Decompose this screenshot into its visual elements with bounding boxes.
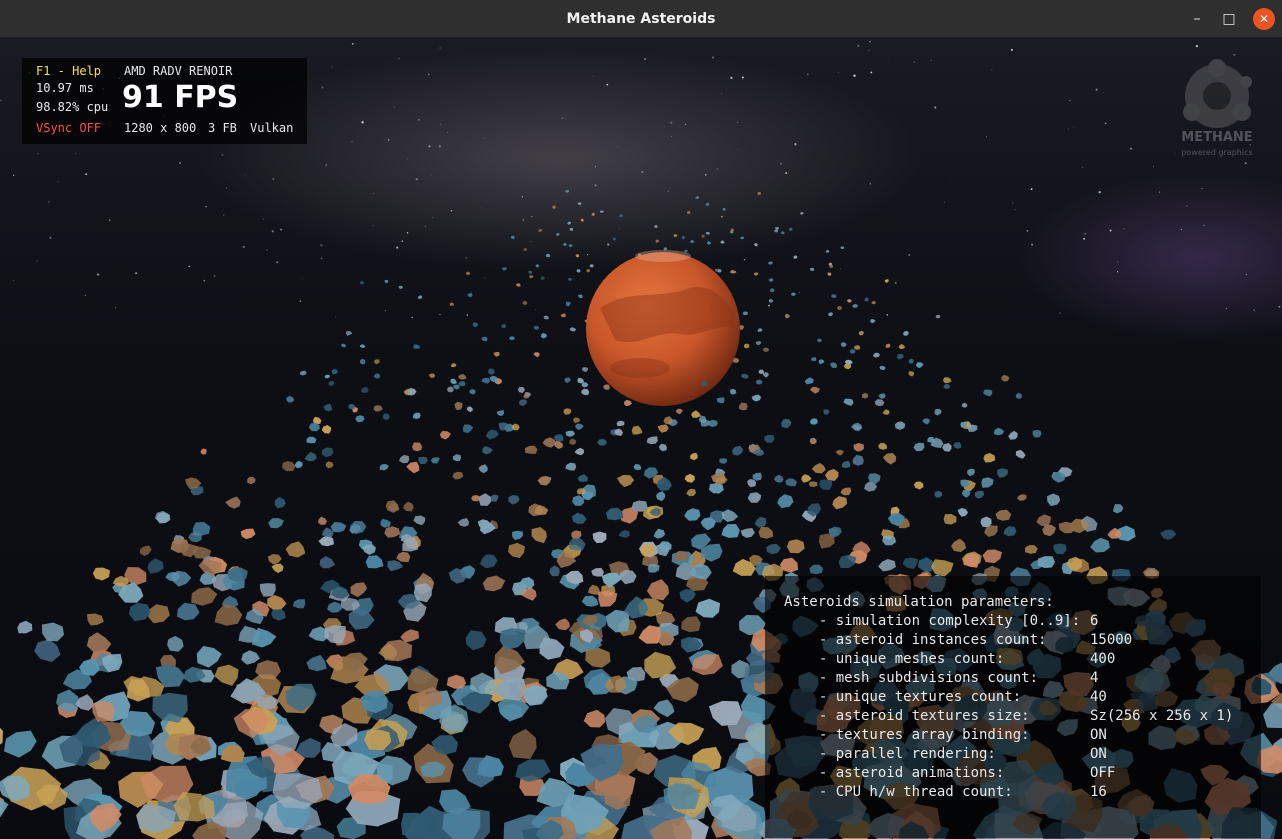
- app-window: Methane Asteroids – □ ✕ F1 - Help 10.97 …: [0, 0, 1282, 839]
- close-button[interactable]: ✕: [1253, 8, 1275, 30]
- help-hint: F1 - Help: [36, 64, 102, 78]
- logo-tagline: powered graphics: [1181, 148, 1253, 157]
- param-value: ON: [1090, 727, 1107, 743]
- param-label: - textures array binding:: [802, 727, 1030, 743]
- logo-name: METHANE: [1181, 130, 1253, 145]
- frame-time: 10.97 ms: [36, 81, 94, 95]
- minimize-button[interactable]: –: [1188, 10, 1206, 28]
- vsync-status: VSync OFF: [36, 121, 102, 135]
- render-viewport[interactable]: F1 - Help 10.97 ms 98.82% cpu VSync OFF …: [0, 38, 1282, 839]
- methane-logo-icon: [1183, 59, 1252, 128]
- param-value: 15000: [1090, 632, 1133, 648]
- simulation-parameters-panel: Asteroids simulation parameters: - simul…: [765, 576, 1261, 838]
- param-value: 6: [1090, 613, 1099, 629]
- param-label: - asteroid instances count:: [802, 632, 1047, 648]
- param-label: - unique textures count:: [802, 689, 1022, 705]
- window-title: Methane Asteroids: [566, 11, 716, 27]
- param-label: - asteroid animations:: [802, 765, 1005, 781]
- param-value: 40: [1090, 689, 1107, 705]
- param-label: - asteroid textures size:: [802, 708, 1030, 724]
- param-value: Sz(256 x 256 x 1): [1090, 708, 1234, 724]
- param-value: 16: [1090, 784, 1107, 800]
- param-label: - unique meshes count:: [802, 651, 1005, 667]
- title-bar[interactable]: Methane Asteroids – □ ✕: [0, 0, 1282, 38]
- param-label: - parallel rendering:: [802, 746, 996, 762]
- resolution: 1280 x 800: [124, 121, 197, 135]
- param-label: - mesh subdivisions count:: [802, 670, 1039, 686]
- param-value: 400: [1090, 651, 1116, 667]
- param-label: - CPU h/w thread count:: [802, 784, 1013, 800]
- frame-buffers: 3 FB: [208, 121, 237, 135]
- cpu-usage: 98.82% cpu: [36, 100, 109, 114]
- maximize-button[interactable]: □: [1220, 10, 1238, 28]
- gpu-name: AMD RADV RENOIR: [124, 64, 233, 78]
- planet: [586, 250, 740, 406]
- param-value: OFF: [1090, 765, 1116, 781]
- param-value: 4: [1090, 670, 1099, 686]
- performance-hud: F1 - Help 10.97 ms 98.82% cpu VSync OFF …: [22, 58, 307, 144]
- fps-counter: 91 FPS: [122, 80, 239, 115]
- param-value: ON: [1090, 746, 1107, 762]
- param-label: - simulation complexity [0..9]:: [802, 613, 1081, 629]
- methane-logo: METHANE powered graphics: [1172, 58, 1262, 178]
- params-title: Asteroids simulation parameters:: [784, 594, 1054, 610]
- graphics-api: Vulkan: [250, 121, 294, 135]
